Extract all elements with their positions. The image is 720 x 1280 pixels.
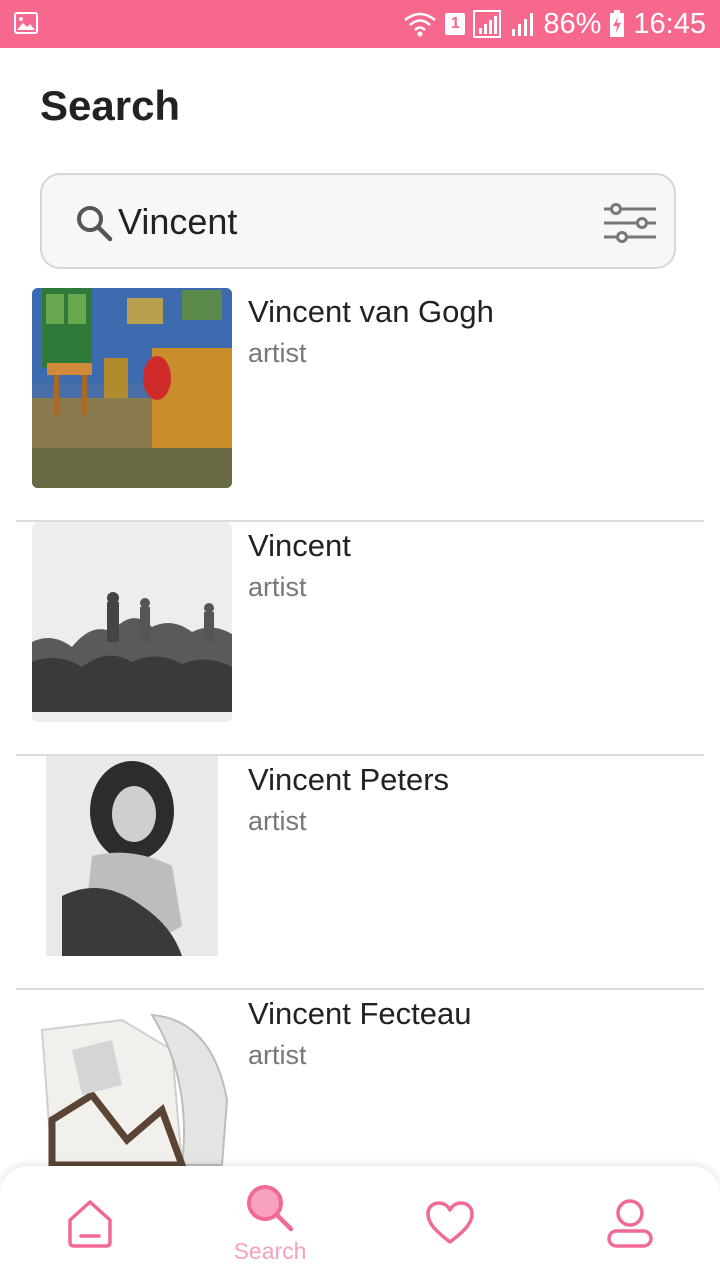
- result-name: Vincent Fecteau: [248, 996, 472, 1031]
- status-bar: 1 86% 16:45: [0, 0, 720, 48]
- list-item[interactable]: Vincent van Gogh artist: [16, 288, 704, 522]
- nav-search[interactable]: Search: [180, 1166, 360, 1280]
- gallery-notification-icon: [14, 12, 38, 34]
- search-icon: [77, 206, 113, 242]
- nav-search-label: Search: [233, 1238, 307, 1264]
- nav-favorites[interactable]: [360, 1166, 540, 1280]
- sim-slot-badge: 1: [445, 13, 466, 35]
- search-box[interactable]: [40, 173, 676, 269]
- search-icon: [247, 1185, 294, 1232]
- list-item[interactable]: Vincent artist: [16, 522, 704, 756]
- battery-percent: 86%: [543, 7, 602, 40]
- result-type: artist: [248, 572, 307, 602]
- nav-home[interactable]: [0, 1166, 180, 1280]
- result-name: Vincent van Gogh: [248, 294, 494, 329]
- bottom-nav: Search: [0, 1166, 720, 1280]
- result-name: Vincent Peters: [248, 762, 450, 797]
- profile-icon: [607, 1199, 653, 1248]
- battery-charging-icon: [609, 10, 625, 38]
- artwork-thumbnail: [32, 522, 232, 722]
- page-title: Search: [40, 82, 181, 129]
- results-list: Vincent van Gogh artist Vincent artist V…: [16, 288, 704, 1224]
- wifi-icon: [403, 11, 437, 37]
- search-input[interactable]: [118, 199, 578, 245]
- heart-icon: [426, 1201, 474, 1244]
- result-type: artist: [248, 338, 307, 368]
- artwork-thumbnail: [32, 756, 232, 956]
- signal-icon: [473, 10, 503, 38]
- list-item[interactable]: Vincent Peters artist: [16, 756, 704, 990]
- result-type: artist: [248, 1040, 307, 1070]
- signal-2-icon: [511, 11, 535, 37]
- home-icon: [68, 1200, 112, 1248]
- clock: 16:45: [633, 7, 706, 40]
- nav-profile[interactable]: [540, 1166, 720, 1280]
- artwork-thumbnail: [32, 990, 232, 1190]
- filter-sliders-icon[interactable]: [602, 201, 658, 245]
- result-type: artist: [248, 806, 307, 836]
- artwork-thumbnail: [32, 288, 232, 488]
- result-name: Vincent: [248, 528, 351, 563]
